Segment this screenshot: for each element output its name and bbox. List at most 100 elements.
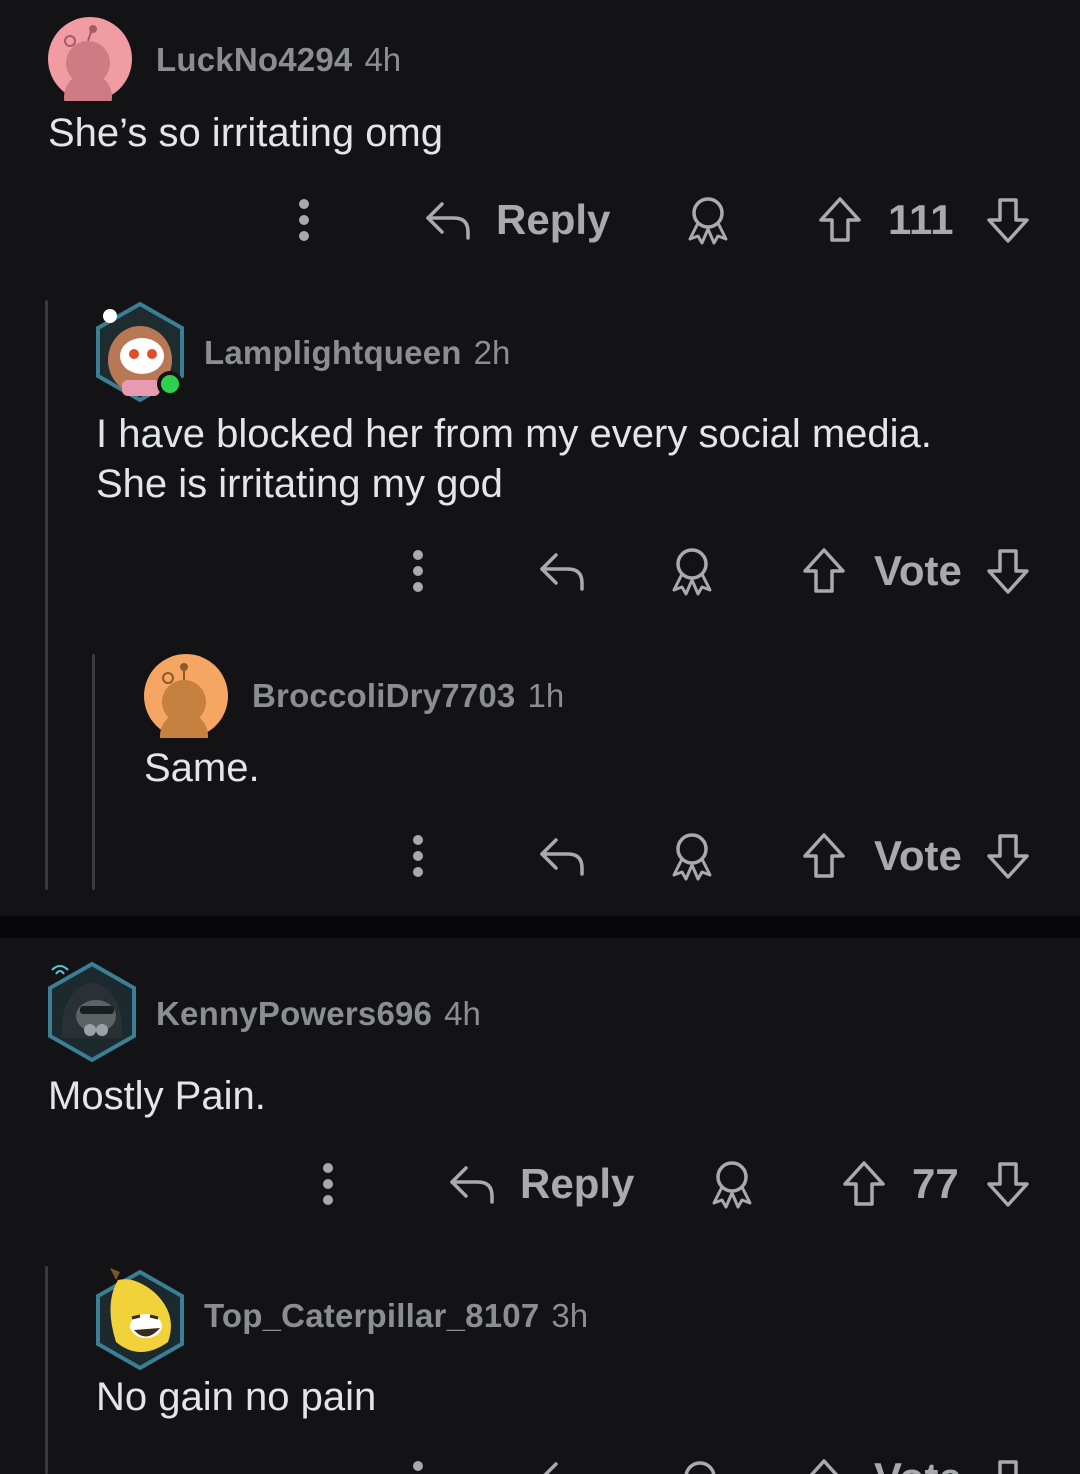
comment-header: LuckNo4294 4h xyxy=(156,38,401,82)
more-vertical-icon xyxy=(323,1163,333,1205)
comment-thread: LuckNo4294 4h She’s so irritating omg Re… xyxy=(0,0,1080,916)
vote-label: Vote xyxy=(874,1457,962,1474)
comment-body: Mostly Pain. xyxy=(48,1074,266,1118)
reply-arrow-icon xyxy=(540,553,584,591)
comment-header: BroccoliDry7703 1h xyxy=(252,674,564,718)
reply-arrow-icon xyxy=(540,838,584,876)
downvote-button[interactable] xyxy=(986,1456,1030,1474)
timestamp: 4h xyxy=(444,995,481,1032)
upvote-button[interactable] xyxy=(802,541,846,601)
upvote-button[interactable] xyxy=(802,826,846,886)
award-button[interactable] xyxy=(676,1456,724,1474)
thread-divider xyxy=(0,916,1080,938)
reply-button[interactable] xyxy=(538,541,586,601)
upvote-button[interactable] xyxy=(818,190,862,250)
comment: BroccoliDry7703 1h Same. Vote xyxy=(0,650,1080,910)
more-options-button[interactable] xyxy=(402,1456,434,1474)
comment-header: KennyPowers696 4h xyxy=(156,992,481,1036)
comment: KennyPowers696 4h Mostly Pain. Reply 77 xyxy=(0,938,1080,1228)
comment-header: Lamplightqueen 2h xyxy=(204,331,510,375)
award-button[interactable] xyxy=(684,190,732,250)
username[interactable]: BroccoliDry7703 xyxy=(252,677,515,715)
comment-thread: KennyPowers696 4h Mostly Pain. Reply 77 … xyxy=(0,938,1080,1474)
snoo-orange-avatar-icon xyxy=(144,654,228,760)
award-button[interactable] xyxy=(668,826,716,886)
vote-score: 77 xyxy=(912,1160,959,1207)
downvote-arrow-icon xyxy=(987,198,1029,243)
more-vertical-icon xyxy=(413,550,423,592)
upvote-arrow-icon xyxy=(843,1161,885,1206)
vote-score: 111 xyxy=(888,196,954,243)
comment: Top_Caterpillar_8107 3h No gain no pain xyxy=(0,1258,1080,1474)
online-indicator xyxy=(157,371,183,397)
more-vertical-icon xyxy=(299,199,309,241)
award-button[interactable] xyxy=(668,541,716,601)
reply-button[interactable] xyxy=(538,826,586,886)
upvote-arrow-icon xyxy=(819,197,861,242)
username[interactable]: Top_Caterpillar_8107 xyxy=(204,1297,539,1335)
username[interactable]: LuckNo4294 xyxy=(156,41,352,79)
award-icon xyxy=(684,1461,716,1474)
comment-actions: Reply 77 xyxy=(0,1154,1080,1214)
vote-label: Vote xyxy=(874,547,962,594)
comment-actions: Vote xyxy=(0,826,1080,886)
more-vertical-icon xyxy=(413,1461,423,1471)
timestamp: 3h xyxy=(551,1297,589,1334)
award-icon xyxy=(688,197,728,245)
upvote-button[interactable] xyxy=(802,1456,846,1474)
award-button[interactable] xyxy=(708,1154,756,1214)
reply-label: Reply xyxy=(520,1160,635,1207)
reply-arrow-icon xyxy=(450,1166,494,1204)
username[interactable]: Lamplightqueen xyxy=(204,334,462,372)
username[interactable]: KennyPowers696 xyxy=(156,995,432,1033)
timestamp: 4h xyxy=(364,41,402,78)
upvote-arrow-icon xyxy=(803,833,845,878)
reply-button[interactable]: Reply xyxy=(448,1154,634,1214)
reply-button[interactable]: Reply xyxy=(424,190,610,250)
user-avatar[interactable] xyxy=(94,1264,186,1371)
timestamp: 1h xyxy=(527,677,565,714)
user-avatar[interactable] xyxy=(48,17,132,121)
comment: LuckNo4294 4h She’s so irritating omg Re… xyxy=(0,0,1080,270)
upvote-button[interactable] xyxy=(842,1154,886,1214)
award-icon xyxy=(672,833,712,881)
more-options-button[interactable] xyxy=(402,826,434,886)
downvote-button[interactable] xyxy=(986,1154,1030,1214)
comment-body: No gain no pain xyxy=(96,1375,377,1419)
downvote-button[interactable] xyxy=(986,826,1030,886)
upvote-arrow-icon xyxy=(809,1459,839,1474)
vote-label: Vote xyxy=(874,832,962,879)
snoo-girl-avatar-icon xyxy=(96,301,184,403)
more-options-button[interactable] xyxy=(312,1154,344,1214)
user-avatar[interactable] xyxy=(94,300,186,406)
more-options-button[interactable] xyxy=(288,190,320,250)
award-icon xyxy=(712,1161,752,1209)
user-avatar[interactable] xyxy=(144,654,228,760)
timestamp: 2h xyxy=(473,334,511,371)
comment-body: I have blocked her from my every social … xyxy=(96,409,932,509)
more-vertical-icon xyxy=(413,835,423,877)
downvote-button[interactable] xyxy=(986,190,1030,250)
downvote-arrow-icon xyxy=(987,1162,1029,1207)
comment-header: Top_Caterpillar_8107 3h xyxy=(204,1294,588,1338)
comment: Lamplightqueen 2h I have blocked her fro… xyxy=(0,296,1080,616)
upvote-arrow-icon xyxy=(803,548,845,593)
reply-label: Reply xyxy=(496,196,611,243)
comment-line: I have blocked her from my every social … xyxy=(96,412,932,456)
downvote-arrow-icon xyxy=(998,1460,1018,1474)
comment-body: Same. xyxy=(144,746,260,790)
comment-line: She is irritating my god xyxy=(96,462,503,506)
snoo-pink-avatar-icon xyxy=(48,17,132,121)
downvote-arrow-icon xyxy=(987,834,1029,879)
award-icon xyxy=(672,548,712,596)
reply-button[interactable] xyxy=(538,1456,586,1474)
snoo-banana-avatar-icon xyxy=(96,1268,184,1371)
more-options-button[interactable] xyxy=(402,541,434,601)
comment-body: She’s so irritating omg xyxy=(48,111,443,155)
user-avatar[interactable] xyxy=(46,960,138,1066)
downvote-button[interactable] xyxy=(986,541,1030,601)
comment-actions: Vote xyxy=(0,541,1080,601)
snoo-hooded-avatar-icon xyxy=(48,961,136,1063)
comment-actions: Reply 111 xyxy=(0,190,1080,250)
downvote-arrow-icon xyxy=(987,549,1029,594)
